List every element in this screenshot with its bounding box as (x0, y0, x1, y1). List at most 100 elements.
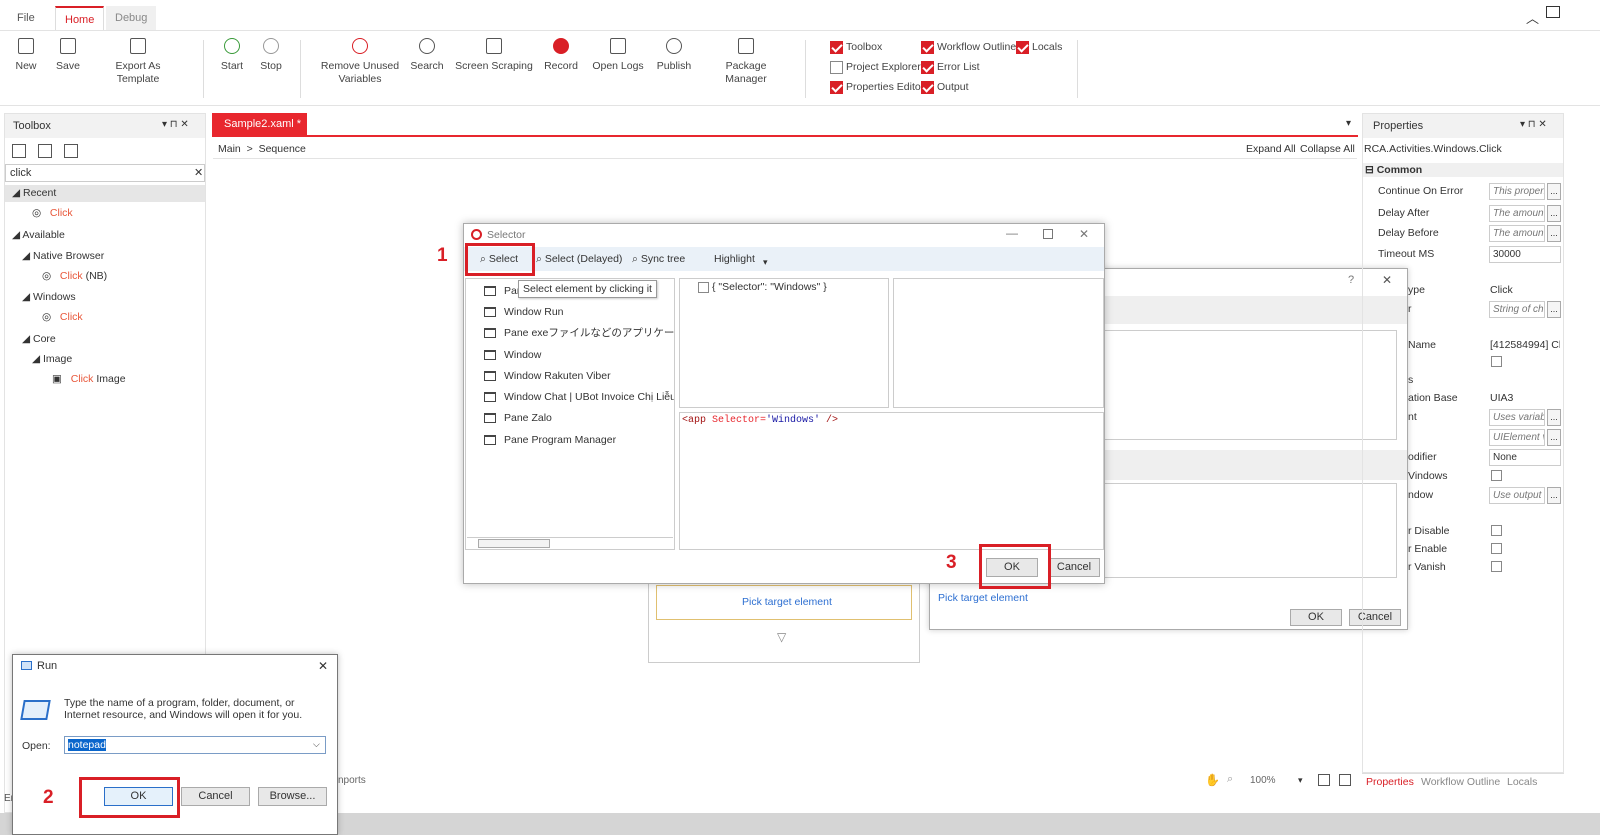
minimize-icon[interactable]: — (1006, 226, 1018, 240)
attribute-item[interactable]: { "Selector": "Windows" } (698, 281, 827, 293)
prop-r-button[interactable]: ... (1547, 301, 1561, 318)
fit-screen-icon[interactable] (1318, 774, 1330, 786)
expand-all-icon[interactable] (12, 144, 26, 158)
stop-button[interactable]: Stop (255, 38, 287, 73)
zoom-dropdown-icon[interactable]: ▾ (1298, 775, 1303, 786)
overview-icon[interactable] (1339, 774, 1351, 786)
output-checkbox[interactable]: Output (921, 79, 969, 95)
remove-unused-variables-button[interactable]: Remove Unused Variables (320, 38, 400, 86)
prop-nt-button[interactable]: ... (1547, 409, 1561, 426)
help-icon[interactable]: ? (1348, 274, 1354, 286)
tree-item[interactable]: Pan (484, 282, 523, 300)
back-pick-target-link[interactable]: Pick target element (938, 592, 1028, 604)
tree-native-browser[interactable]: ◢ Native Browser (22, 250, 104, 262)
prop-delay-before-button[interactable]: ... (1547, 225, 1561, 242)
run-cancel-button[interactable]: Cancel (181, 787, 250, 806)
tree-item[interactable]: Pane exeファイルなどのアプリケーションの開き (484, 324, 674, 342)
open-logs-button[interactable]: Open Logs (590, 38, 646, 73)
tab-locals[interactable]: Locals (1507, 776, 1537, 788)
tree-windows[interactable]: ◢ Windows (22, 291, 76, 303)
prop-checkbox[interactable] (1491, 356, 1502, 367)
prop-continue-on-error-value[interactable]: This properi (1489, 183, 1545, 200)
tree-item[interactable]: Pane Zalo (484, 409, 552, 427)
toolbox-checkbox[interactable]: Toolbox (830, 39, 882, 55)
zoom-icon[interactable]: ⌕ (1227, 773, 1233, 786)
dropdown-chevron-icon[interactable]: ⌵ (313, 739, 320, 750)
common-category[interactable]: ⊟ Common (1363, 163, 1563, 177)
highlight-button[interactable]: Highlight (714, 253, 755, 265)
selector-cancel-button[interactable]: Cancel (1048, 558, 1100, 577)
new-button[interactable]: New (10, 38, 42, 73)
pick-target-link[interactable]: Pick target element (742, 596, 832, 608)
search-button[interactable]: Search (408, 38, 446, 73)
prop-delay-before-value[interactable]: The amoun (1489, 225, 1545, 242)
prop-window-value[interactable]: Use output (1489, 487, 1545, 504)
error-list-checkbox[interactable]: Error List (921, 59, 980, 75)
clear-search-icon[interactable]: ✕ (194, 166, 203, 179)
tree-image[interactable]: ◢ Image (32, 353, 72, 365)
locals-checkbox[interactable]: Locals (1016, 39, 1062, 55)
prop-r-value[interactable]: String of ch (1489, 301, 1545, 318)
collapse-all-icon[interactable] (38, 144, 52, 158)
project-explorer-checkbox[interactable]: Project Explorer (830, 59, 921, 75)
run-browse-button[interactable]: Browse... (258, 787, 327, 806)
prop-name-value[interactable]: [412584994] Clic (1490, 339, 1560, 351)
tab-menu-icon[interactable]: ▾ (1346, 118, 1351, 129)
prop-nt-value[interactable]: Uses variab (1489, 409, 1545, 426)
prop-element-value[interactable]: UIElement v (1489, 429, 1545, 446)
list-icon[interactable] (64, 144, 78, 158)
export-template-button[interactable]: Export As Template (93, 38, 183, 86)
prop-delay-after-value[interactable]: The amoun (1489, 205, 1545, 222)
prop-disable-checkbox[interactable] (1491, 525, 1502, 536)
imports-tab[interactable]: nports (338, 775, 366, 786)
properties-editor-checkbox[interactable]: Properties Editor (830, 79, 924, 95)
toolbox-item-click-recent[interactable]: ◎ Click (32, 207, 73, 219)
tab-debug[interactable]: Debug (106, 6, 157, 30)
attribute-list[interactable] (679, 278, 889, 408)
tree-item[interactable]: Pane Program Manager (484, 431, 616, 449)
workflow-outline-checkbox[interactable]: Workflow Outline (921, 39, 1016, 55)
tree-item[interactable]: Window Rakuten Viber (484, 367, 611, 385)
properties-pin-icon[interactable]: ▾ ⊓ ✕ (1520, 119, 1547, 130)
tree-core[interactable]: ◢ Core (22, 333, 56, 345)
prop-type-value[interactable]: Click (1490, 284, 1513, 296)
property-list[interactable] (893, 278, 1104, 408)
maximize-icon[interactable] (1043, 229, 1053, 239)
tree-available[interactable]: ◢ Available (12, 229, 65, 241)
toolbox-item-click-image[interactable]: ▣ Click Image (52, 373, 126, 385)
pan-icon[interactable]: ✋ (1205, 773, 1220, 787)
prop-vanish-checkbox[interactable] (1491, 561, 1502, 572)
tab-home[interactable]: Home (55, 6, 105, 30)
tree-item[interactable]: Window Run (484, 303, 564, 321)
notifications-icon[interactable] (1546, 6, 1560, 18)
tab-workflow-outline[interactable]: Workflow Outline (1421, 776, 1500, 788)
run-open-input[interactable]: notepad (64, 736, 326, 754)
package-manager-button[interactable]: Package Manager (704, 38, 788, 86)
pin-icon[interactable]: ▾ ⊓ ✕ (162, 119, 189, 130)
toolbox-search-input[interactable]: click (5, 164, 205, 182)
select-delayed-button[interactable]: ⌕ Select (Delayed) (536, 253, 622, 266)
prop-timeout-value[interactable]: 30000 (1489, 246, 1561, 263)
save-button[interactable]: Save (52, 38, 84, 73)
toolbox-item-click-windows[interactable]: ◎ Click (42, 311, 83, 323)
document-tab[interactable]: Sample2.xaml * ✕ (212, 113, 307, 152)
sync-tree-button[interactable]: ⌕ Sync tree (632, 253, 685, 266)
back-ok-button[interactable]: OK (1290, 609, 1342, 626)
selector-close-icon[interactable]: ✕ (1079, 227, 1089, 241)
expand-all-link[interactable]: Expand All (1246, 143, 1296, 155)
scrollbar-thumb[interactable] (478, 539, 550, 548)
prop-modifier-select[interactable]: None (1489, 449, 1561, 466)
run-close-icon[interactable]: ✕ (318, 659, 328, 673)
collapse-all-link[interactable]: Collapse All (1300, 143, 1355, 155)
prop-window-button[interactable]: ... (1547, 487, 1561, 504)
selector-editor[interactable] (679, 412, 1104, 550)
prop-enable-checkbox[interactable] (1491, 543, 1502, 554)
zoom-level[interactable]: 100% (1250, 775, 1276, 786)
start-button[interactable]: Start (216, 38, 248, 73)
overflow-icon[interactable]: ▾ (763, 257, 768, 268)
prop-continue-on-error-button[interactable]: ... (1547, 183, 1561, 200)
screen-scraping-button[interactable]: Screen Scraping (455, 38, 533, 73)
prop-delay-after-button[interactable]: ... (1547, 205, 1561, 222)
prop-messages-checkbox[interactable] (1491, 470, 1502, 481)
tab-file[interactable]: File (8, 6, 44, 30)
